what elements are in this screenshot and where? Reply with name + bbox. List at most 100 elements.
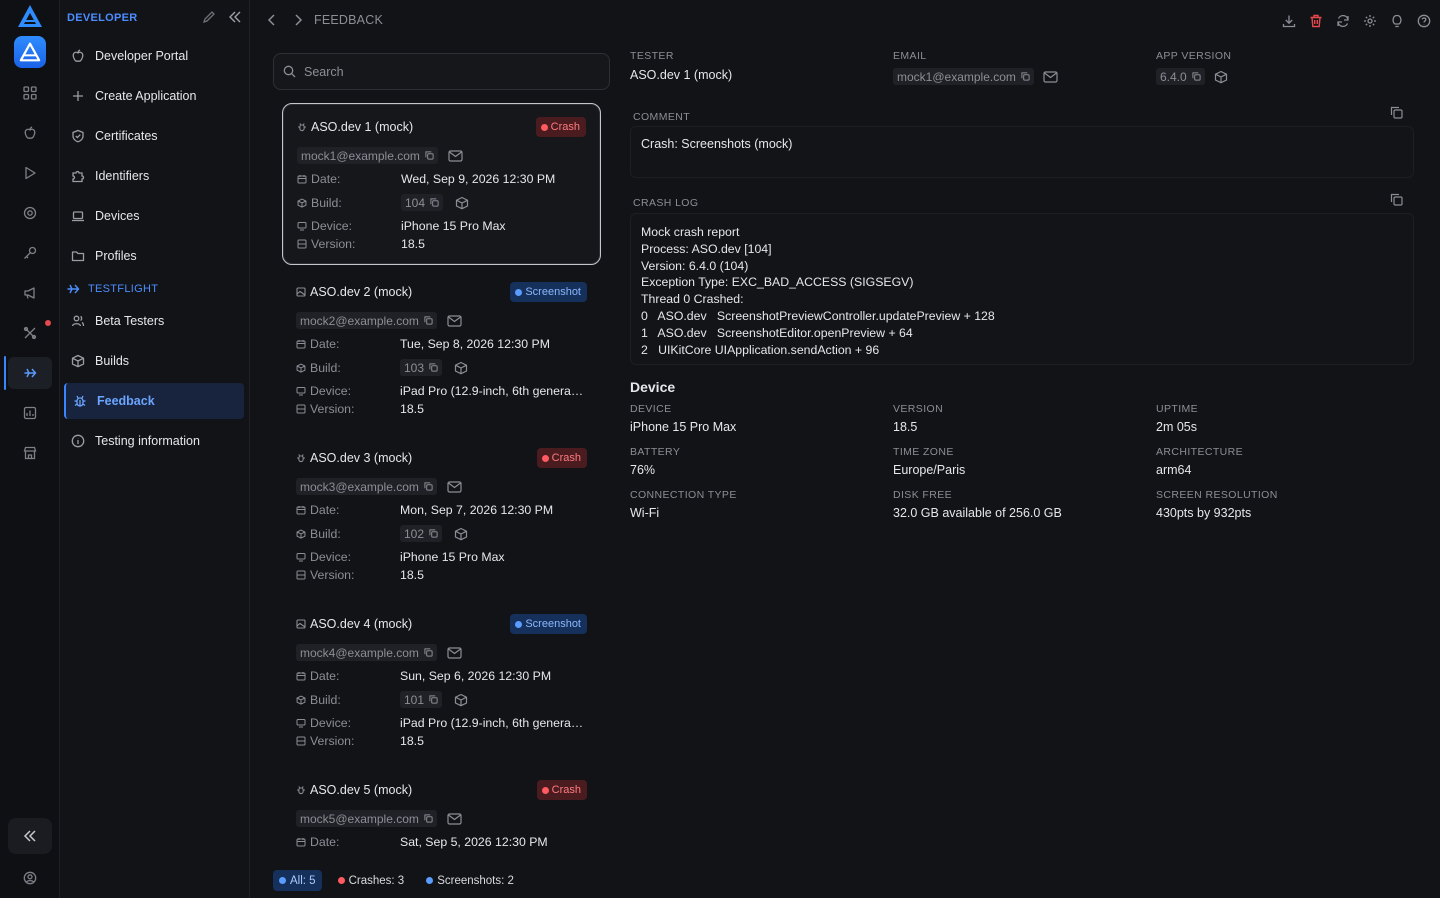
email-chip[interactable]: mock4@example.com bbox=[296, 644, 437, 661]
tools-icon[interactable] bbox=[20, 323, 40, 343]
mail-icon[interactable] bbox=[1043, 70, 1058, 83]
build-chip[interactable]: 101 bbox=[400, 691, 443, 708]
filter-all[interactable]: All: 5 bbox=[273, 870, 322, 891]
copy-icon[interactable] bbox=[1021, 72, 1030, 81]
mail-icon[interactable] bbox=[447, 480, 462, 493]
calendar-icon bbox=[297, 174, 307, 184]
card-title-text: ASO.dev 1 (mock) bbox=[311, 120, 414, 134]
key-icon[interactable] bbox=[20, 243, 40, 263]
email-chip[interactable]: mock5@example.com bbox=[296, 810, 437, 827]
target-icon[interactable] bbox=[20, 203, 40, 223]
feedback-card[interactable]: ASO.dev 3 (mock) Crash mock3@example.com… bbox=[282, 435, 601, 597]
box-icon[interactable] bbox=[454, 693, 468, 707]
sidenav-item-identifiers[interactable]: Identifiers bbox=[64, 158, 244, 194]
feedback-detail: TESTER ASO.dev 1 (mock) EMAIL mock1@exam… bbox=[630, 0, 1430, 898]
play-icon[interactable] bbox=[20, 163, 40, 183]
copy-icon[interactable] bbox=[424, 316, 433, 325]
app-version-field: APP VERSION 6.4.0 bbox=[1156, 50, 1231, 85]
pencil-icon[interactable] bbox=[202, 10, 216, 24]
card-email: mock2@example.com bbox=[296, 312, 462, 329]
copy-icon[interactable] bbox=[424, 482, 433, 491]
build-value: 101 bbox=[404, 692, 425, 707]
collapse-sidenav-icon[interactable] bbox=[228, 10, 242, 24]
notification-dot bbox=[45, 320, 51, 326]
feedback-card[interactable]: ASO.dev 1 (mock) Crash mock1@example.com… bbox=[282, 103, 601, 265]
mail-icon[interactable] bbox=[447, 314, 462, 327]
sidenav-item-testing-information[interactable]: Testing information bbox=[64, 423, 244, 459]
filter-screenshots[interactable]: Screenshots: 2 bbox=[420, 870, 520, 891]
search-box[interactable] bbox=[273, 53, 610, 90]
sidenav-item-profiles[interactable]: Profiles bbox=[64, 238, 244, 274]
mail-icon[interactable] bbox=[447, 646, 462, 659]
testflight-icon[interactable] bbox=[20, 363, 40, 383]
rail-collapse-button[interactable] bbox=[8, 818, 52, 854]
app-version-chip[interactable]: 6.4.0 bbox=[1156, 68, 1205, 85]
copy-icon[interactable] bbox=[424, 648, 433, 657]
device-row: Device: iPad Pro (12.9-inch, 6th generati… bbox=[296, 716, 586, 730]
copy-icon[interactable] bbox=[1192, 72, 1201, 81]
info-value: Wi-Fi bbox=[630, 506, 660, 520]
sidenav-item-create-application[interactable]: Create Application bbox=[64, 78, 244, 114]
crash-log-line: Mock crash report bbox=[641, 225, 740, 239]
build-chip[interactable]: 102 bbox=[400, 525, 443, 542]
store-icon[interactable] bbox=[20, 443, 40, 463]
copy-icon[interactable] bbox=[425, 151, 434, 160]
copy-crash-log-icon[interactable] bbox=[1390, 193, 1403, 206]
apps-icon[interactable] bbox=[20, 83, 40, 103]
filter-label: Crashes: 3 bbox=[348, 874, 405, 887]
logo-icon[interactable] bbox=[17, 4, 43, 28]
copy-icon[interactable] bbox=[429, 695, 438, 704]
box-icon[interactable] bbox=[454, 361, 468, 375]
profile-icon[interactable] bbox=[20, 868, 40, 888]
feedback-card[interactable]: ASO.dev 2 (mock) Screenshot mock2@exampl… bbox=[282, 269, 601, 431]
email-chip[interactable]: mock1@example.com bbox=[893, 68, 1034, 85]
chart-icon[interactable] bbox=[20, 403, 40, 423]
sidenav-item-label: Identifiers bbox=[95, 169, 150, 183]
feedback-card[interactable]: ASO.dev 4 (mock) Screenshot mock4@exampl… bbox=[282, 601, 601, 763]
sidenav-item-feedback[interactable]: Feedback bbox=[64, 383, 244, 419]
email-label: EMAIL bbox=[893, 50, 927, 62]
email-chip[interactable]: mock1@example.com bbox=[297, 147, 438, 164]
box-icon[interactable] bbox=[1214, 70, 1228, 84]
feedback-card[interactable]: ASO.dev 5 (mock) Crash mock5@example.com… bbox=[282, 767, 601, 860]
mail-icon[interactable] bbox=[447, 812, 462, 825]
sidenav-item-developer-portal[interactable]: Developer Portal bbox=[64, 38, 244, 74]
card-title: ASO.dev 1 (mock) bbox=[297, 120, 413, 134]
copy-icon[interactable] bbox=[429, 363, 438, 372]
forward-icon[interactable] bbox=[292, 12, 304, 28]
device-value: iPhone 15 Pro Max bbox=[401, 219, 506, 233]
sidenav-item-certificates[interactable]: Certificates bbox=[64, 118, 244, 154]
app-icon[interactable] bbox=[14, 36, 46, 68]
device-info-cell: SCREEN RESOLUTION 430pts by 932pts bbox=[1156, 489, 1278, 520]
calendar-icon bbox=[296, 505, 306, 515]
badge-label: Crash bbox=[551, 784, 581, 796]
version-icon bbox=[296, 736, 306, 746]
sidenav-item-builds[interactable]: Builds bbox=[64, 343, 244, 379]
card-email: mock3@example.com bbox=[296, 478, 462, 495]
info-value: 2m 05s bbox=[1156, 420, 1197, 434]
search-input[interactable] bbox=[304, 64, 584, 79]
build-chip[interactable]: 103 bbox=[400, 359, 443, 376]
email-chip[interactable]: mock2@example.com bbox=[296, 312, 437, 329]
filter-crashes[interactable]: Crashes: 3 bbox=[332, 870, 411, 891]
sidenav-item-devices[interactable]: Devices bbox=[64, 198, 244, 234]
copy-icon[interactable] bbox=[424, 814, 433, 823]
copy-comment-icon[interactable] bbox=[1390, 106, 1403, 119]
sidenav-item-beta-testers[interactable]: Beta Testers bbox=[64, 303, 244, 339]
build-value: 104 bbox=[405, 195, 426, 210]
box-icon[interactable] bbox=[455, 196, 469, 210]
card-email: mock5@example.com bbox=[296, 810, 462, 827]
sidenav-item-label: Certificates bbox=[95, 129, 158, 143]
copy-icon[interactable] bbox=[429, 529, 438, 538]
email-chip[interactable]: mock3@example.com bbox=[296, 478, 437, 495]
back-icon[interactable] bbox=[266, 12, 278, 28]
megaphone-icon[interactable] bbox=[20, 283, 40, 303]
box-icon[interactable] bbox=[454, 527, 468, 541]
version-icon bbox=[296, 404, 306, 414]
sidenav-header: DEVELOPER bbox=[67, 12, 138, 24]
mail-icon[interactable] bbox=[448, 149, 463, 162]
build-chip[interactable]: 104 bbox=[401, 194, 444, 211]
copy-icon[interactable] bbox=[430, 198, 439, 207]
apple-icon[interactable] bbox=[20, 123, 40, 143]
email-text: mock4@example.com bbox=[300, 645, 419, 660]
